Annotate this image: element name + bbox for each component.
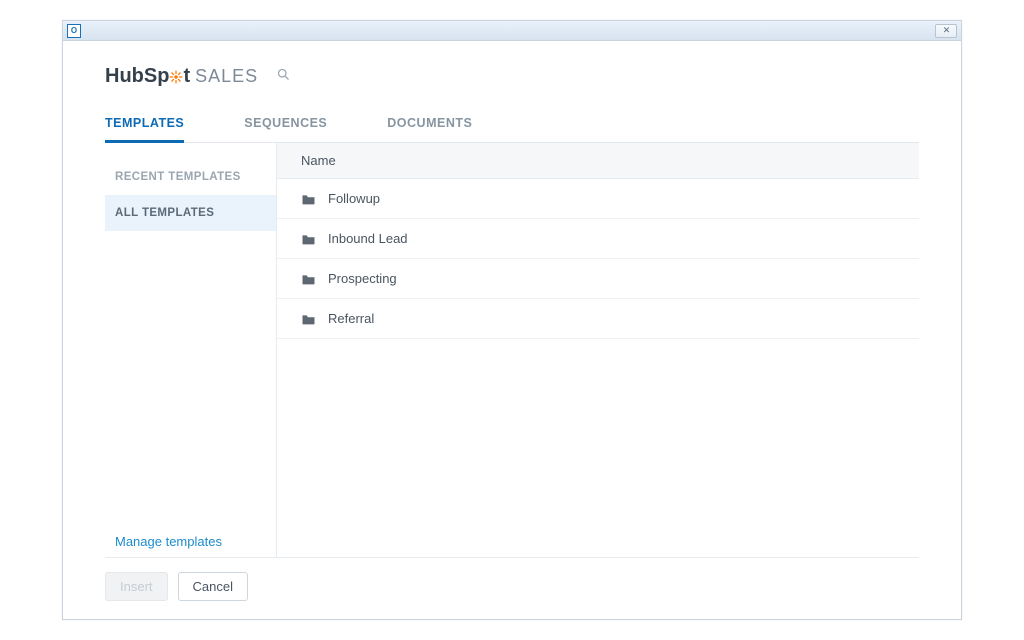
folder-icon: [301, 313, 316, 325]
list-pane: Name Followup Inbound Lead: [277, 143, 919, 557]
tab-sequences[interactable]: SEQUENCES: [244, 110, 327, 143]
list-row[interactable]: Referral: [277, 299, 919, 339]
brand-t: t: [183, 65, 190, 88]
outlook-icon: O: [67, 24, 81, 38]
sidebar-spacer: [105, 231, 276, 534]
brand-hub: HubSp: [105, 65, 169, 88]
list-row[interactable]: Inbound Lead: [277, 219, 919, 259]
titlebar: O ✕: [63, 21, 961, 41]
close-button[interactable]: ✕: [935, 24, 957, 38]
brand-sales: SALES: [195, 66, 258, 87]
tabs: TEMPLATES SEQUENCES DOCUMENTS: [105, 110, 919, 143]
search-icon[interactable]: [276, 67, 291, 87]
list-row-label: Inbound Lead: [328, 231, 408, 246]
list-header-name: Name: [277, 143, 919, 179]
folder-icon: [301, 233, 316, 245]
brand-logo: HubSp t SALES: [105, 65, 258, 88]
list-row-label: Prospecting: [328, 271, 397, 286]
sprocket-icon: [169, 70, 183, 84]
folder-icon: [301, 273, 316, 285]
main-row: RECENT TEMPLATES ALL TEMPLATES Manage te…: [105, 143, 919, 557]
list-row[interactable]: Prospecting: [277, 259, 919, 299]
sidebar-item-all-templates[interactable]: ALL TEMPLATES: [105, 195, 276, 231]
manage-templates-link[interactable]: Manage templates: [105, 534, 276, 557]
list-row-label: Referral: [328, 311, 374, 326]
list-row-label: Followup: [328, 191, 380, 206]
list-row[interactable]: Followup: [277, 179, 919, 219]
sidebar: RECENT TEMPLATES ALL TEMPLATES Manage te…: [105, 143, 277, 557]
dialog-window: O ✕ HubSp t SALES TEMPLATES SEQUENCES DO…: [62, 20, 962, 620]
tab-templates[interactable]: TEMPLATES: [105, 110, 184, 143]
folder-icon: [301, 193, 316, 205]
brand-row: HubSp t SALES: [105, 65, 919, 88]
content-area: HubSp t SALES TEMPLATES SEQUENCES DOCUME…: [63, 41, 961, 619]
sidebar-item-recent-templates[interactable]: RECENT TEMPLATES: [105, 159, 276, 195]
tab-documents[interactable]: DOCUMENTS: [387, 110, 472, 143]
insert-button: Insert: [105, 572, 168, 601]
footer: Insert Cancel: [105, 557, 919, 601]
cancel-button[interactable]: Cancel: [178, 572, 248, 601]
